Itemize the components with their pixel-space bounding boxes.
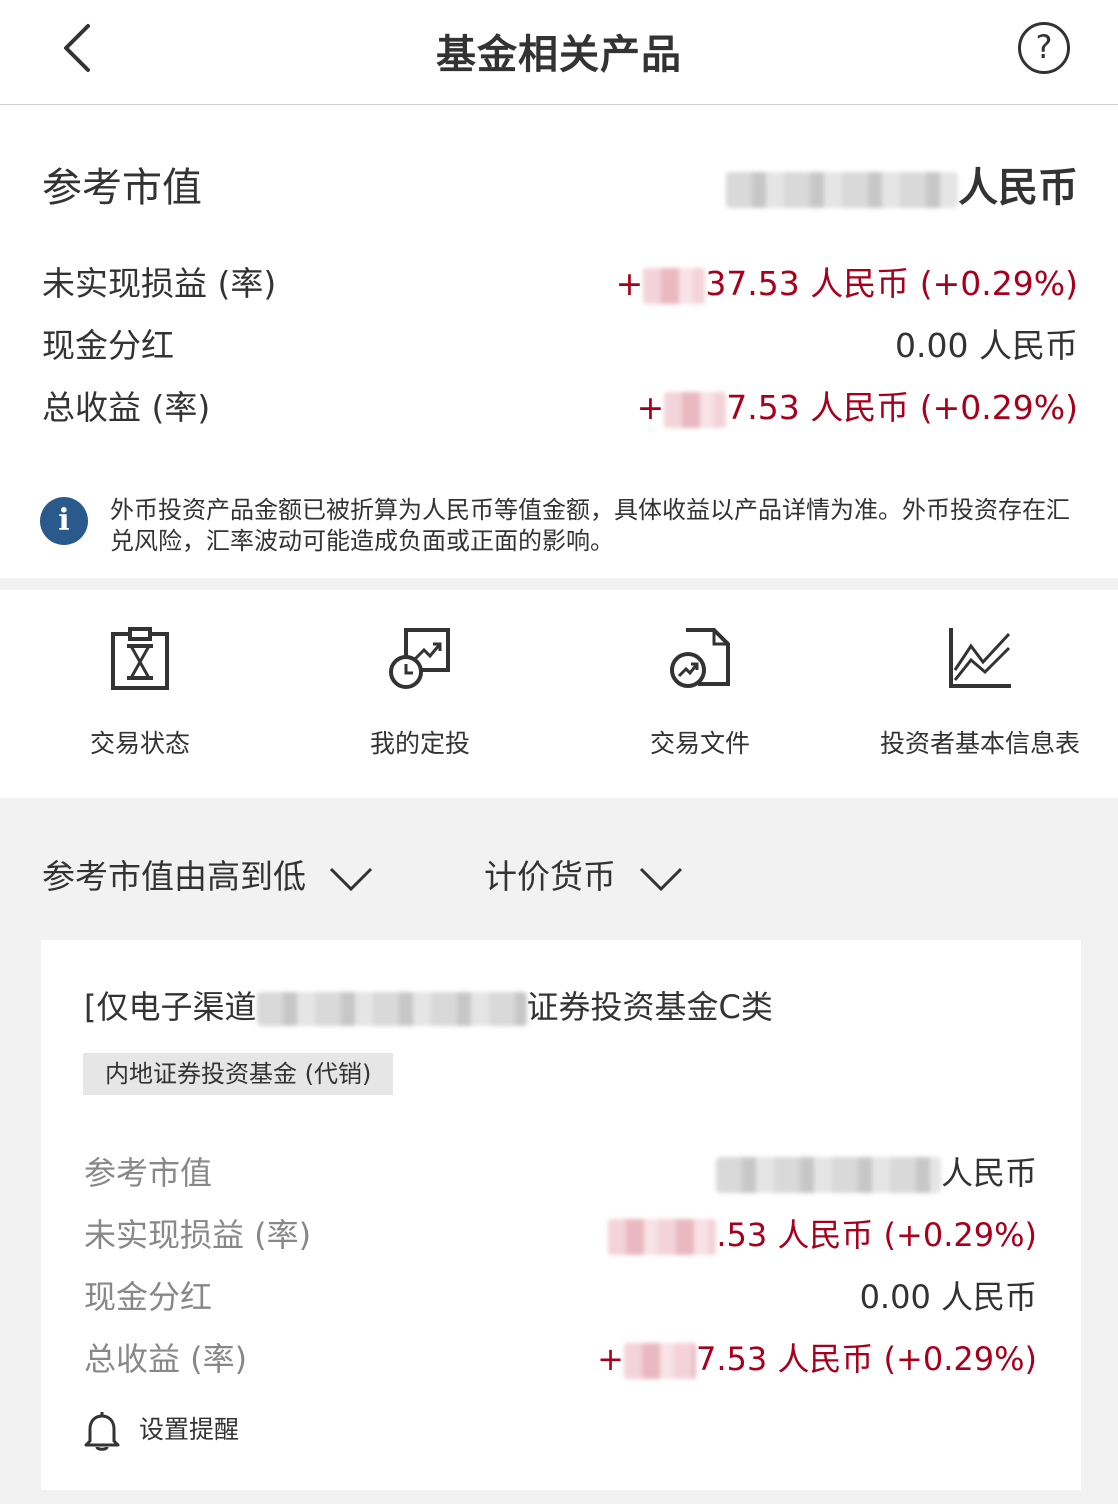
- fund-unrealized-pl-value: .53 人民币 (+0.29%): [608, 1210, 1037, 1256]
- set-reminder-button[interactable]: 设置提醒: [83, 1410, 239, 1451]
- fund-type-tag: 内地证券投资基金 (代销): [83, 1053, 394, 1095]
- quick-action-investor-info[interactable]: 投资者基本信息表: [840, 626, 1118, 760]
- question-circle-icon: ?: [1035, 28, 1053, 66]
- cash-dividend-value: 0.00 人民币: [895, 326, 1078, 365]
- fund-total-return-text: 7.53 人民币 (+0.29%): [695, 1340, 1037, 1378]
- fund-market-value-label: 参考市值: [84, 1154, 213, 1192]
- quick-actions: 交易状态 我的定投 交易文件 投资者基本信息表: [0, 590, 1118, 798]
- unrealized-pl-label: 未实现损益 (率): [42, 264, 277, 303]
- fund-cash-dividend-row: 现金分红 0.00 人民币: [84, 1272, 1037, 1316]
- masked-amount: [664, 391, 727, 428]
- quick-action-label: 交易状态: [89, 729, 190, 758]
- help-button[interactable]: ?: [1018, 22, 1070, 74]
- fx-notice-text: 外币投资产品金额已被折算为人民币等值金额，具体收益以产品详情为准。外币投资存在汇…: [110, 496, 1070, 555]
- currency-dropdown[interactable]: 计价货币: [484, 850, 684, 898]
- fund-market-value-amount: 人民币: [715, 1148, 1037, 1194]
- masked-amount: [643, 267, 706, 304]
- scheduled-investment-icon: [389, 628, 450, 689]
- masked-amount: [726, 172, 958, 208]
- sign-prefix: +: [597, 1340, 624, 1378]
- fund-unrealized-pl-label: 未实现损益 (率): [84, 1216, 312, 1254]
- masked-amount: [715, 1157, 941, 1193]
- chevron-down-icon: [639, 867, 683, 891]
- total-return-text: 7.53 人民币 (+0.29%): [726, 388, 1078, 427]
- quick-action-label: 交易文件: [649, 729, 750, 758]
- bell-icon: [84, 1412, 120, 1451]
- sign-prefix: +: [615, 264, 644, 303]
- fund-cash-dividend-label: 现金分红: [84, 1278, 213, 1316]
- unrealized-pl-value: +37.53 人民币 (+0.29%): [616, 257, 1078, 305]
- fund-market-value-currency: 人民币: [940, 1154, 1037, 1192]
- set-reminder-label: 设置提醒: [139, 1415, 240, 1444]
- market-value-label: 参考市值: [42, 165, 202, 211]
- quick-action-label: 投资者基本信息表: [879, 729, 1080, 758]
- quick-action-my-plans[interactable]: 我的定投: [280, 626, 560, 760]
- portfolio-summary: 参考市值 人民币 未实现损益 (率) +37.53 人民币 (+0.29%) 现…: [0, 105, 1118, 578]
- unrealized-pl-row: 未实现损益 (率) +37.53 人民币 (+0.29%): [42, 257, 1078, 304]
- sign-prefix: +: [636, 388, 665, 427]
- masked-fund-name: [256, 992, 527, 1026]
- fund-total-return-value: +7.53 人民币 (+0.29%): [597, 1334, 1037, 1380]
- quick-action-trade-status[interactable]: 交易状态: [0, 626, 280, 760]
- fund-title: [仅电子渠道 证券投资基金C类: [84, 982, 773, 1028]
- sort-label: 参考市值由高到低: [42, 857, 306, 896]
- top-nav-bar: 基金相关产品 ?: [0, 0, 1118, 105]
- market-value-amount: 人民币: [726, 155, 1078, 213]
- fund-total-return-label: 总收益 (率): [84, 1340, 248, 1378]
- trade-document-icon: [670, 628, 730, 688]
- page-title: 基金相关产品: [436, 32, 682, 78]
- fund-unrealized-pl-text: .53 人民币 (+0.29%): [716, 1216, 1037, 1254]
- unrealized-pl-text: 37.53 人民币 (+0.29%): [705, 264, 1078, 303]
- currency-label: 计价货币: [484, 857, 616, 896]
- cash-dividend-label: 现金分红: [42, 326, 174, 365]
- quick-action-trade-docs[interactable]: 交易文件: [560, 626, 840, 760]
- quick-action-label: 我的定投: [369, 729, 470, 758]
- market-value-row: 参考市值 人民币: [42, 155, 1078, 211]
- masked-amount: [623, 1343, 696, 1379]
- cash-dividend-row: 现金分红 0.00 人民币: [42, 319, 1078, 365]
- info-icon: i: [40, 497, 88, 545]
- fund-title-prefix: [仅电子渠道: [84, 988, 257, 1026]
- hourglass-clipboard-icon: [111, 627, 169, 690]
- total-return-value: +7.53 人民币 (+0.29%): [637, 381, 1078, 429]
- fund-cash-dividend-value: 0.00 人民币: [859, 1278, 1037, 1316]
- fund-total-return-row: 总收益 (率) +7.53 人民币 (+0.29%): [84, 1334, 1037, 1380]
- total-return-label: 总收益 (率): [42, 388, 211, 427]
- fund-market-value-row: 参考市值 人民币: [84, 1148, 1037, 1194]
- chevron-down-icon: [329, 867, 373, 891]
- masked-amount: [608, 1219, 717, 1255]
- fund-card[interactable]: [仅电子渠道 证券投资基金C类 内地证券投资基金 (代销) 参考市值 人民币 未实…: [41, 940, 1081, 1490]
- fund-unrealized-pl-row: 未实现损益 (率) .53 人民币 (+0.29%): [84, 1210, 1037, 1256]
- total-return-row: 总收益 (率) +7.53 人民币 (+0.29%): [42, 381, 1078, 428]
- filter-bar: 参考市值由高到低 计价货币: [0, 850, 1118, 900]
- sort-dropdown[interactable]: 参考市值由高到低: [42, 850, 374, 898]
- line-chart-icon: [949, 628, 1011, 688]
- market-value-currency: 人民币: [958, 165, 1078, 211]
- fund-title-suffix: 证券投资基金C类: [526, 988, 773, 1026]
